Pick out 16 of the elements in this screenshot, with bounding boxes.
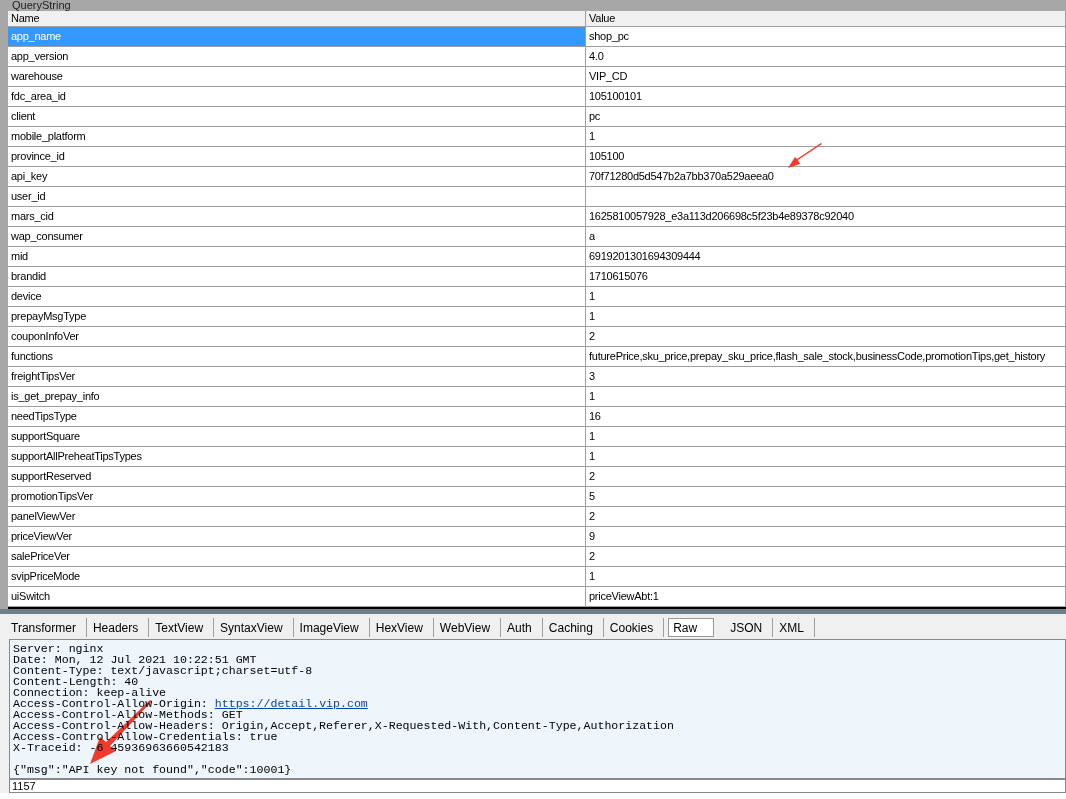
tab[interactable]: Raw	[668, 618, 715, 637]
table-cell: uiSwitch	[8, 587, 586, 607]
table-cell: app_name	[8, 27, 586, 47]
header-line: Content-Length: 40	[13, 676, 139, 687]
annotation-arrow	[786, 142, 824, 170]
column-header[interactable]: Name	[8, 11, 586, 27]
header-line: Connection: keep-alive	[13, 687, 167, 698]
panel-title: QueryString	[11, 0, 72, 11]
input-field[interactable]: 1157	[9, 779, 1066, 793]
header-line: Content-Type: text/javascript;charset=utf-8	[13, 665, 313, 676]
response-body: {"msg":"API key not found","code":10001}	[13, 764, 292, 775]
table-cell: priceViewAbt:1	[586, 587, 1066, 607]
header-line: Date: Mon, 12 Jul 2021 10:22:51 GMT	[13, 654, 257, 665]
column-header[interactable]: Value	[586, 11, 1066, 27]
link[interactable]: https://detail.vip.com	[214, 697, 368, 710]
header-line: Server: nginx	[13, 643, 104, 654]
